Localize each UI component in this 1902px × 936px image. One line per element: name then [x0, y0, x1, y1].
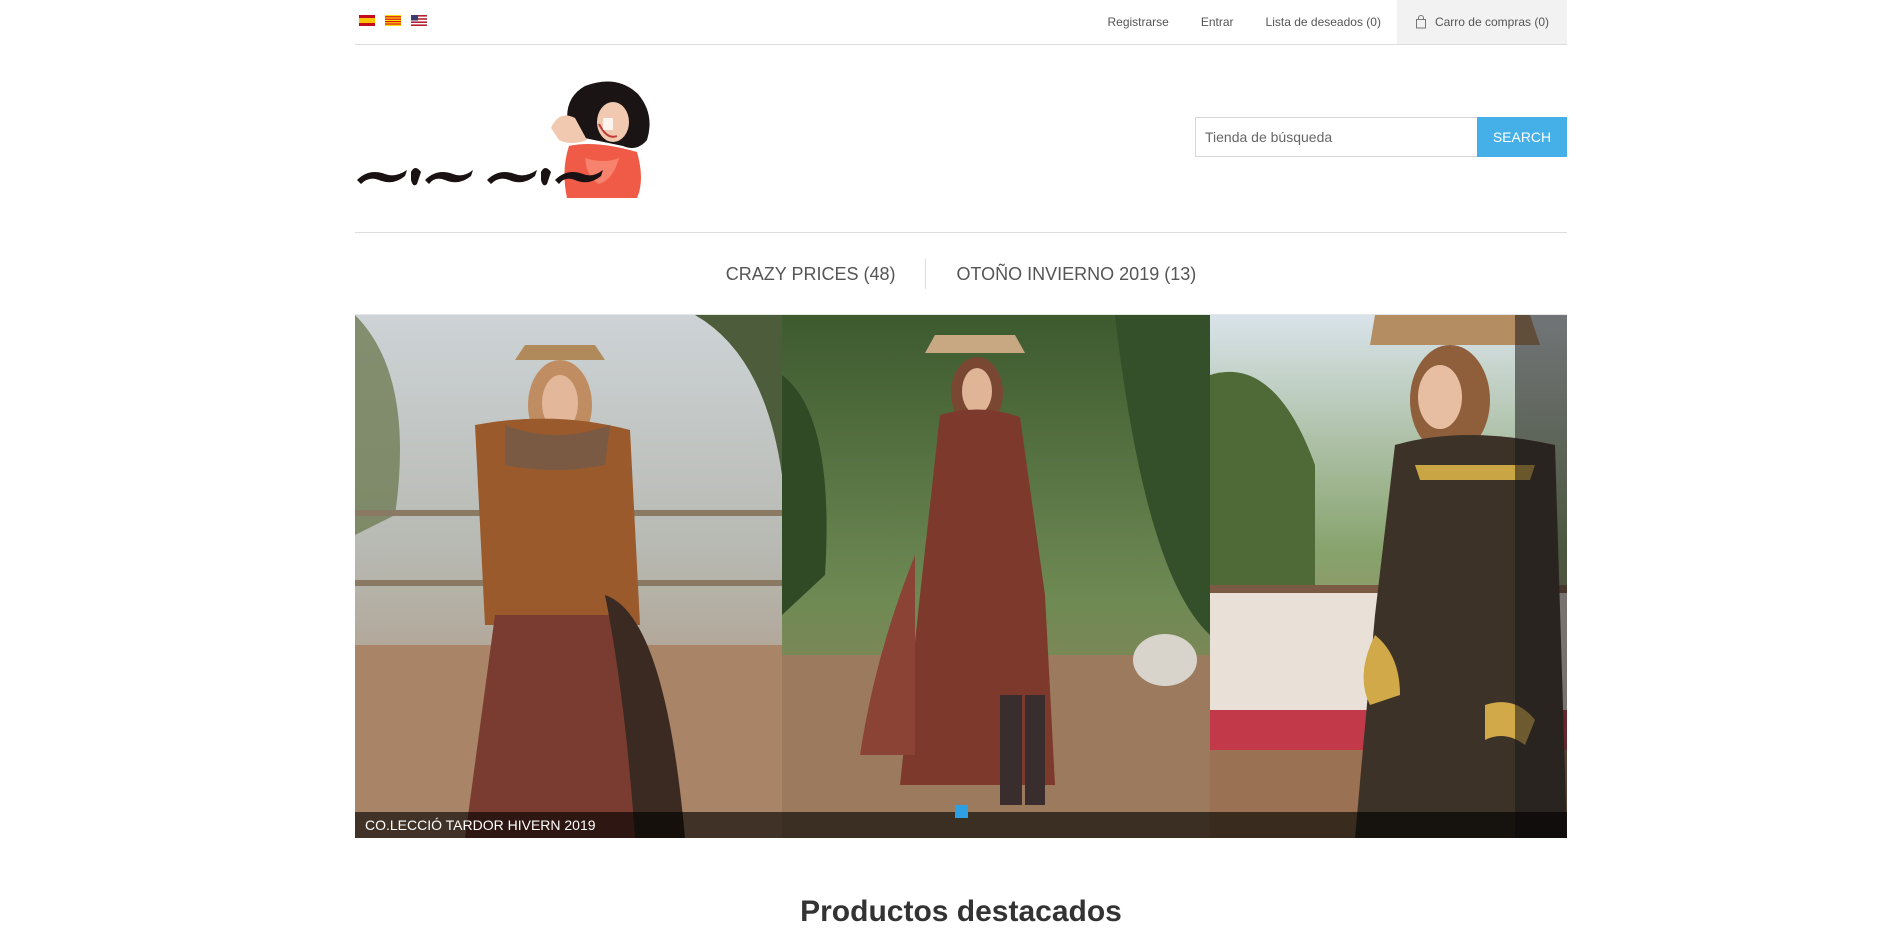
flag-catalonia-icon[interactable] [385, 15, 401, 26]
homepage-slider[interactable]: CO.LECCIÓ TARDOR HIVERN 2019 [355, 315, 1567, 838]
search-input[interactable] [1195, 117, 1477, 157]
register-link[interactable]: Registrarse [1092, 0, 1185, 44]
language-selector [359, 15, 427, 26]
account-links: Registrarse Entrar Lista de deseados (0)… [1092, 0, 1567, 44]
slide-image [355, 315, 1567, 838]
menu-item-otono-invierno-2019[interactable]: OTOÑO INVIERNO 2019 (13) [925, 259, 1226, 289]
login-link[interactable]: Entrar [1185, 0, 1250, 44]
logo-image [357, 81, 650, 198]
flag-spain-icon[interactable] [359, 15, 375, 26]
slider-pager-dot[interactable] [955, 805, 968, 818]
shopping-bag-icon [1415, 15, 1426, 29]
flag-usa-icon[interactable] [411, 15, 427, 26]
header-links-bar: Registrarse Entrar Lista de deseados (0)… [355, 0, 1567, 45]
store-logo[interactable] [355, 80, 665, 200]
search-bar: SEARCH [1195, 117, 1567, 157]
category-menu: CRAZY PRICES (48) OTOÑO INVIERNO 2019 (1… [355, 232, 1567, 315]
cart-label: Carro de compras (0) [1434, 15, 1549, 29]
cart-link[interactable]: Carro de compras (0) [1396, 0, 1567, 44]
page: Registrarse Entrar Lista de deseados (0)… [355, 0, 1567, 936]
featured-products-title: Productos destacados [800, 895, 1122, 928]
menu-item-crazy-prices[interactable]: CRAZY PRICES (48) [696, 259, 926, 289]
wishlist-link[interactable]: Lista de deseados (0) [1250, 0, 1397, 44]
search-button[interactable]: SEARCH [1477, 117, 1567, 157]
